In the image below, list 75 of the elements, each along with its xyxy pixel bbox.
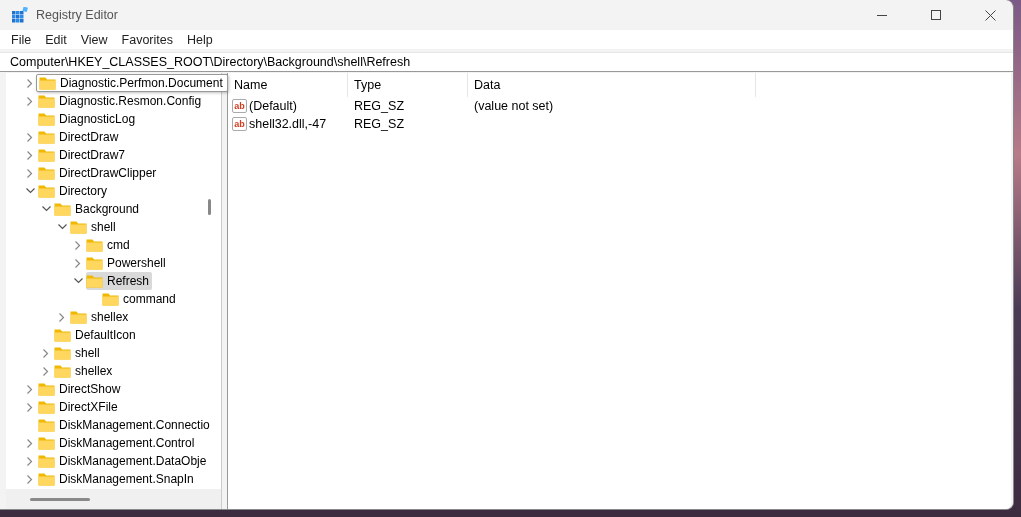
tree-item-tooltip[interactable]: Diagnostic.Perfmon.Document bbox=[36, 74, 228, 92]
folder-icon bbox=[38, 472, 55, 486]
chevron-right-icon[interactable] bbox=[59, 312, 65, 322]
string-value-icon: ab bbox=[232, 117, 247, 131]
folder-icon bbox=[38, 436, 55, 450]
menu-item[interactable]: Help bbox=[180, 32, 220, 47]
tree-item[interactable]: DiskManagement.Connectio bbox=[38, 416, 213, 434]
folder-icon bbox=[86, 238, 103, 252]
horizontal-scrollbar[interactable] bbox=[6, 489, 221, 509]
folder-icon bbox=[54, 202, 71, 216]
tree-item[interactable]: DiagnosticLog bbox=[38, 110, 139, 128]
menu-item[interactable]: Edit bbox=[38, 32, 74, 47]
tree-item[interactable]: DefaultIcon bbox=[54, 326, 139, 344]
folder-icon bbox=[54, 346, 71, 360]
menu-item[interactable]: View bbox=[73, 32, 115, 47]
chevron-down-icon[interactable] bbox=[25, 188, 35, 194]
folder-icon bbox=[38, 94, 55, 108]
minimize-icon bbox=[877, 14, 887, 16]
registry-app-icon bbox=[12, 7, 28, 23]
table-cell-text: ab shell32.dll,-47 bbox=[231, 117, 328, 131]
folder-icon bbox=[39, 76, 56, 90]
tree-item[interactable]: DiskManagement.Control bbox=[38, 434, 198, 452]
folder-icon bbox=[38, 418, 55, 432]
folder-icon bbox=[38, 400, 55, 414]
address-bar[interactable]: Computer\HKEY_CLASSES_ROOT\Directory\Background\shell\Refresh bbox=[0, 52, 1013, 72]
folder-icon bbox=[86, 256, 103, 270]
folder-icon bbox=[70, 310, 87, 324]
tree-item[interactable]: shellex bbox=[54, 362, 116, 380]
folder-icon bbox=[38, 130, 55, 144]
tree-item[interactable]: shellex bbox=[70, 308, 132, 326]
table-cell-text: (value not set) bbox=[473, 99, 555, 113]
close-icon bbox=[984, 9, 996, 21]
tree-item[interactable]: Powershell bbox=[86, 254, 169, 272]
folder-icon bbox=[38, 112, 55, 126]
maximize-icon bbox=[931, 10, 941, 20]
column-header[interactable]: Data bbox=[468, 73, 756, 97]
table-cell-text: REG_SZ bbox=[353, 99, 405, 113]
menu-item[interactable]: Favorites bbox=[114, 32, 180, 47]
folder-icon bbox=[38, 166, 55, 180]
tree-item[interactable]: Diagnostic.Resmon.Config bbox=[38, 92, 205, 110]
tree-item[interactable]: Directory bbox=[38, 182, 110, 200]
tree-item[interactable]: command bbox=[102, 290, 179, 308]
folder-icon bbox=[38, 184, 55, 198]
tree-item[interactable]: DiskManagement.DataObje bbox=[38, 452, 210, 470]
column-header[interactable]: Name bbox=[228, 73, 348, 97]
table-cell-text: ab (Default) bbox=[231, 99, 298, 113]
tree-item[interactable]: shell bbox=[54, 344, 103, 362]
tree-item[interactable]: shell bbox=[70, 218, 119, 236]
folder-icon bbox=[102, 292, 119, 306]
tree-item[interactable]: DirectDraw bbox=[38, 128, 122, 146]
chevron-down-icon[interactable] bbox=[73, 278, 83, 284]
folder-icon bbox=[86, 274, 103, 288]
folder-icon bbox=[38, 454, 55, 468]
tree-item[interactable]: DirectDrawClipper bbox=[38, 164, 160, 182]
tree-item[interactable]: DirectShow bbox=[38, 380, 124, 398]
window-title: Registry Editor bbox=[36, 8, 119, 22]
table-cell-text: REG_SZ bbox=[353, 117, 405, 131]
folder-icon bbox=[70, 220, 87, 234]
tree-item[interactable]: DirectXFile bbox=[38, 398, 121, 416]
scrollbar-thumb[interactable] bbox=[208, 199, 211, 215]
chevron-down-icon[interactable] bbox=[57, 224, 67, 230]
string-value-icon: ab bbox=[232, 99, 247, 113]
tree-item[interactable]: Refresh bbox=[86, 272, 153, 290]
folder-icon bbox=[38, 148, 55, 162]
tree-item[interactable]: DirectDraw7 bbox=[38, 146, 128, 164]
folder-icon bbox=[54, 364, 71, 378]
tree-item[interactable]: cmd bbox=[86, 236, 133, 254]
menu-item[interactable]: File bbox=[4, 32, 39, 47]
folder-icon bbox=[38, 382, 55, 396]
folder-icon bbox=[54, 328, 71, 342]
tree-item[interactable]: Background bbox=[54, 200, 143, 218]
splitter[interactable] bbox=[221, 73, 228, 509]
column-header[interactable]: Type bbox=[348, 73, 468, 97]
chevron-down-icon[interactable] bbox=[41, 206, 51, 212]
tree-item[interactable]: DiskManagement.SnapIn bbox=[38, 470, 197, 488]
